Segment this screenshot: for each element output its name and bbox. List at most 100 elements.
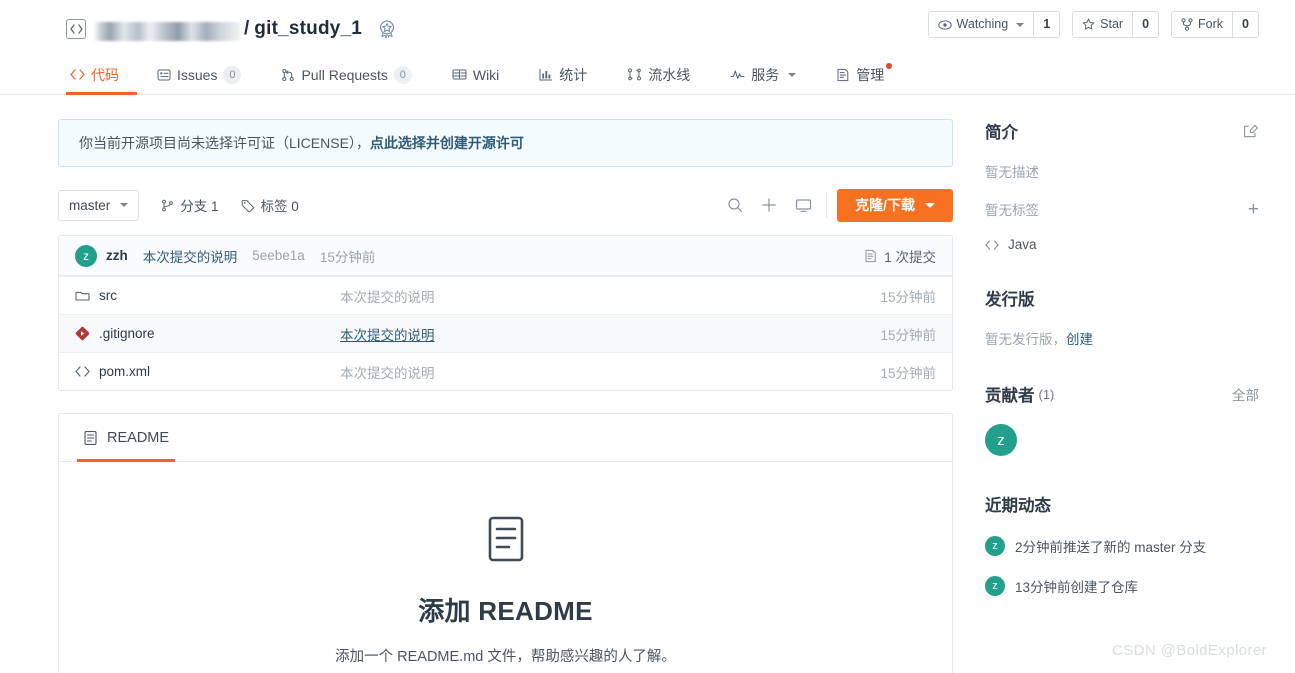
contributors-all-link[interactable]: 全部 <box>1232 384 1259 404</box>
tab-code-label: 代码 <box>91 66 119 83</box>
contributors-count: (1) <box>1038 386 1055 402</box>
commit-history-icon <box>864 249 878 263</box>
star-button[interactable]: Star <box>1072 11 1134 38</box>
tab-issues[interactable]: Issues 0 <box>137 55 261 94</box>
watch-button[interactable]: Watching <box>927 11 1035 38</box>
repo-owner-redacted[interactable] <box>94 21 240 41</box>
tags-label: 标签 0 <box>260 199 299 214</box>
file-name: src <box>99 288 117 303</box>
table-row[interactable]: pom.xml 本次提交的说明 15分钟前 <box>59 352 952 390</box>
tab-services-label: 服务 <box>751 66 780 83</box>
activity-text: 2分钟前推送了新的 master 分支 <box>1015 540 1207 555</box>
fork-count[interactable]: 0 <box>1233 11 1259 38</box>
commit-author[interactable]: zzh <box>106 248 128 263</box>
license-notice-text: 你当前开源项目尚未选择许可证（LICENSE）， <box>79 135 370 151</box>
git-file-icon <box>75 326 90 341</box>
tab-pull-requests-count: 0 <box>393 65 412 84</box>
file-name-cell[interactable]: src <box>75 288 340 303</box>
pipeline-icon <box>627 68 642 81</box>
file-name-cell[interactable]: pom.xml <box>75 364 340 379</box>
avatar[interactable]: z <box>985 424 1017 456</box>
code-icon <box>985 239 999 250</box>
file-time: 15分钟前 <box>880 365 936 381</box>
commit-sha[interactable]: 5eebe1a <box>252 248 305 263</box>
monitor-icon[interactable] <box>786 190 820 220</box>
tags-link[interactable]: 标签 0 <box>241 195 299 215</box>
activity-text: 13分钟前创建了仓库 <box>1015 580 1139 595</box>
tab-code[interactable]: 代码 <box>66 55 137 95</box>
repo-header: / git_study_1 Watching 1 Star 0 Fork 0 <box>0 0 1295 46</box>
star-count[interactable]: 0 <box>1133 11 1160 38</box>
activity-title: 近期动态 <box>985 497 1051 515</box>
file-name: .gitignore <box>99 326 155 341</box>
star-icon <box>1082 18 1095 31</box>
license-notice-link[interactable]: 点此选择并创建开源许可 <box>370 133 524 153</box>
watch-count[interactable]: 1 <box>1034 11 1061 38</box>
branch-selector[interactable]: master <box>58 189 140 221</box>
license-notice: 你当前开源项目尚未选择许可证（LICENSE）， 点此选择并创建开源许可 <box>58 119 953 167</box>
intro-description: 暂无描述 <box>985 165 1039 180</box>
manage-notification-dot <box>886 63 893 69</box>
intro-tags: 暂无标签 <box>985 203 1039 218</box>
tab-services[interactable]: 服务 <box>710 55 816 94</box>
clone-download-button[interactable]: 克隆/下载 <box>837 188 953 222</box>
repo-toolbar: master 分支 1 标签 0 克隆/下载 <box>58 188 953 222</box>
intro-language-row: Java <box>985 237 1259 252</box>
star-button-group[interactable]: Star 0 <box>1072 11 1160 38</box>
tab-wiki-label: Wiki <box>472 66 500 83</box>
commit-message[interactable]: 本次提交的说明 <box>143 246 238 266</box>
list-item: z 13分钟前创建了仓库 <box>985 576 1259 596</box>
tab-manage[interactable]: 管理 <box>816 55 904 94</box>
tab-pipeline[interactable]: 流水线 <box>607 55 710 94</box>
releases-empty-row: 暂无发行版， 创建 <box>985 328 1259 348</box>
toolbar-divider <box>826 192 828 218</box>
chevron-down-icon <box>120 203 129 207</box>
chevron-down-icon <box>788 72 797 77</box>
file-commit-message[interactable]: 本次提交的说明 <box>340 324 880 344</box>
watch-button-group[interactable]: Watching 1 <box>927 11 1061 38</box>
tab-wiki[interactable]: Wiki <box>432 55 519 94</box>
chevron-down-icon <box>925 202 935 208</box>
avatar[interactable]: z <box>985 576 1005 596</box>
avatar[interactable]: z <box>985 536 1005 556</box>
fork-button-group[interactable]: Fork 0 <box>1171 11 1259 38</box>
fork-button[interactable]: Fork <box>1171 11 1234 38</box>
readme-icon <box>83 430 98 446</box>
service-icon <box>730 69 745 80</box>
edit-pencil-icon[interactable] <box>1243 123 1259 139</box>
watch-label: Watching <box>956 17 1009 32</box>
tab-stats-label: 统计 <box>559 66 588 83</box>
table-row[interactable]: src 本次提交的说明 15分钟前 <box>59 276 952 314</box>
file-time: 15分钟前 <box>880 327 936 343</box>
plus-icon[interactable]: + <box>1248 200 1259 219</box>
tab-readme[interactable]: README <box>77 414 176 462</box>
sidebar-section-releases: 发行版 暂无发行版， 创建 <box>985 286 1259 348</box>
releases-heading: 发行版 <box>985 286 1259 310</box>
intro-description-row[interactable]: 暂无描述 <box>985 161 1259 181</box>
avatar[interactable]: z <box>75 244 97 267</box>
table-row[interactable]: .gitignore 本次提交的说明 15分钟前 <box>59 314 952 352</box>
repo-path-separator: / <box>244 18 250 39</box>
medal-star-icon <box>376 18 398 40</box>
file-table: z zzh 本次提交的说明 5eebe1a 15分钟前 1 次提交 src 本次… <box>58 235 953 391</box>
create-release-link[interactable]: 创建 <box>1066 328 1093 348</box>
repo-body: 你当前开源项目尚未选择许可证（LICENSE）， 点此选择并创建开源许可 mas… <box>0 95 1295 673</box>
tab-stats[interactable]: 统计 <box>519 55 607 94</box>
intro-heading: 简介 <box>985 119 1259 143</box>
commit-time: 15分钟前 <box>319 249 376 265</box>
latest-commit-bar: z zzh 本次提交的说明 5eebe1a 15分钟前 1 次提交 <box>59 236 952 276</box>
plus-icon[interactable] <box>752 190 786 220</box>
file-name: pom.xml <box>99 364 151 379</box>
releases-title: 发行版 <box>985 291 1035 309</box>
intro-language[interactable]: Java <box>1008 237 1037 252</box>
branches-link[interactable]: 分支 1 <box>161 195 219 215</box>
search-icon[interactable] <box>718 190 752 220</box>
intro-title: 简介 <box>985 124 1018 142</box>
readme-tabs: README <box>59 414 952 462</box>
tab-pull-requests[interactable]: Pull Requests 0 <box>261 55 431 94</box>
repo-name[interactable]: git_study_1 <box>254 18 362 40</box>
commit-count-link[interactable]: 1 次提交 <box>864 246 936 266</box>
tag-icon <box>241 199 255 212</box>
file-time: 15分钟前 <box>880 289 936 305</box>
file-name-cell[interactable]: .gitignore <box>75 326 340 341</box>
